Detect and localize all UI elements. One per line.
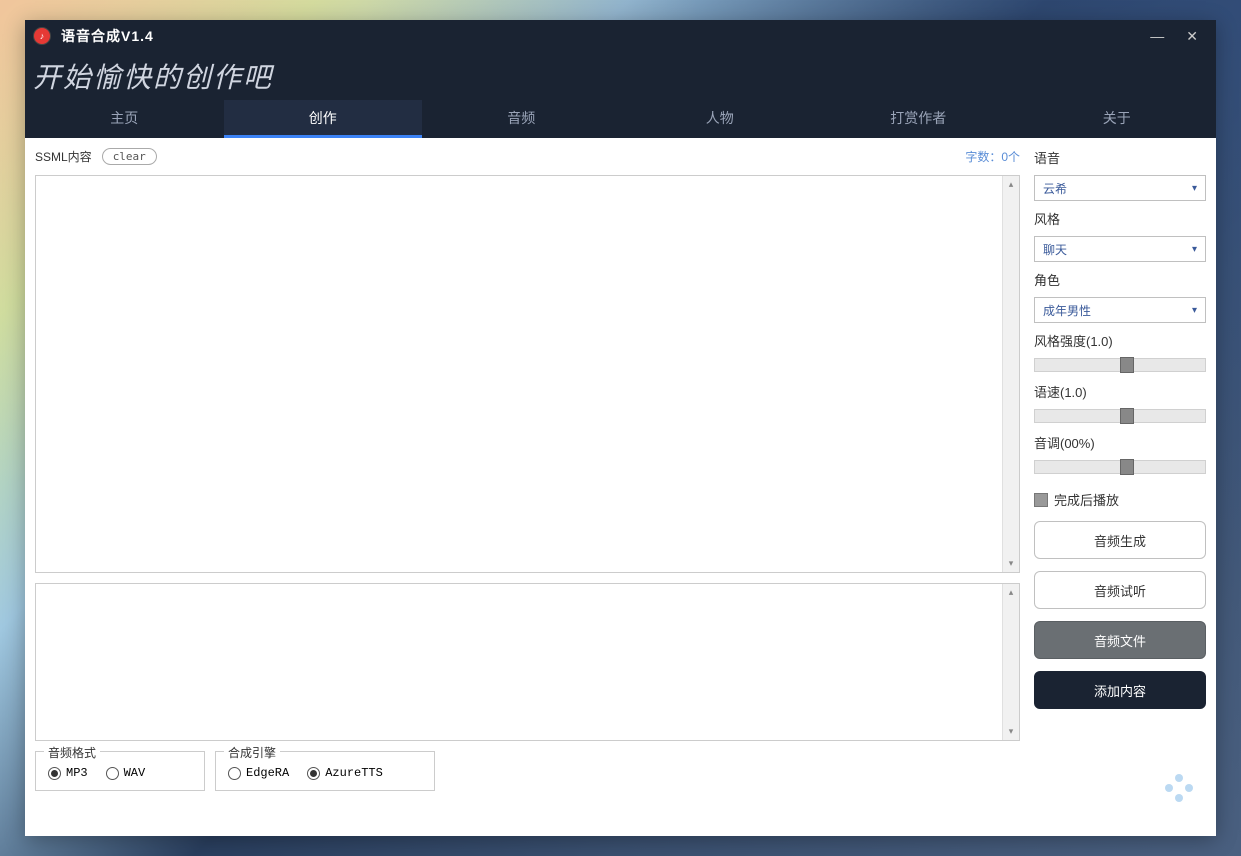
rate-slider[interactable] [1034,409,1206,423]
radio-edgera[interactable]: EdgeRA [228,766,289,780]
close-button[interactable]: ✕ [1186,28,1198,45]
radio-dot-icon [228,767,241,780]
style-intensity-slider[interactable] [1034,358,1206,372]
checkbox-icon[interactable] [1034,493,1048,507]
header-band: 开始愉快的创作吧 [25,52,1216,100]
radio-azuretts[interactable]: AzureTTS [307,766,383,780]
radio-dot-icon [307,767,320,780]
content-area: SSML内容 clear 字数：0个 ▴ ▾ ▴ ▾ 音频格式 [25,138,1216,836]
play-after-checkbox-row[interactable]: 完成后播放 [1034,490,1206,509]
style-select[interactable]: 聊天 ▾ [1034,236,1206,262]
style-intensity-label: 风格强度(1.0) [1034,331,1206,350]
ssml-label: SSML内容 [35,148,92,165]
chevron-down-icon: ▾ [1192,305,1197,316]
tab-donate[interactable]: 打赏作者 [819,100,1018,138]
scroll-down-icon[interactable]: ▾ [1003,555,1019,572]
clear-button[interactable]: clear [102,148,157,165]
app-icon: ♪ [33,27,51,45]
tab-about[interactable]: 关于 [1018,100,1217,138]
tab-create[interactable]: 创作 [224,100,423,138]
window-title: 语音合成V1.4 [61,26,154,46]
window-controls: — ✕ [1150,28,1208,45]
scroll-up-icon[interactable]: ▴ [1003,176,1019,193]
rate-label: 语速(1.0) [1034,382,1206,401]
ssml-textarea[interactable]: ▴ ▾ [35,175,1020,573]
scrollbar[interactable]: ▴ ▾ [1002,176,1019,572]
voice-select[interactable]: 云希 ▾ [1034,175,1206,201]
voice-label: 语音 [1034,148,1206,167]
audio-format-legend: 音频格式 [44,744,100,761]
play-after-label: 完成后播放 [1054,490,1119,509]
radio-wav[interactable]: WAV [106,766,146,780]
preview-audio-button[interactable]: 音频试听 [1034,571,1206,609]
chevron-down-icon: ▾ [1192,244,1197,255]
scroll-down-icon[interactable]: ▾ [1003,723,1019,740]
radio-dot-icon [106,767,119,780]
bottom-option-groups: 音频格式 MP3 WAV 合成引擎 [35,751,1020,791]
engine-group: 合成引擎 EdgeRA AzureTTS [215,751,435,791]
minimize-button[interactable]: — [1150,28,1164,45]
tab-home[interactable]: 主页 [25,100,224,138]
role-select[interactable]: 成年男性 ▾ [1034,297,1206,323]
right-sidebar: 语音 云希 ▾ 风格 聊天 ▾ 角色 成年男性 ▾ 风格强度(1.0) 语速(1… [1034,148,1206,826]
preview-textarea[interactable]: ▴ ▾ [35,583,1020,741]
pitch-label: 音调(00%) [1034,433,1206,452]
generate-audio-button[interactable]: 音频生成 [1034,521,1206,559]
slogan-text: 开始愉快的创作吧 [33,56,273,96]
role-label: 角色 [1034,270,1206,289]
pitch-slider[interactable] [1034,460,1206,474]
engine-legend: 合成引擎 [224,744,280,761]
scroll-up-icon[interactable]: ▴ [1003,584,1019,601]
audio-format-group: 音频格式 MP3 WAV [35,751,205,791]
radio-dot-icon [48,767,61,780]
add-content-button[interactable]: 添加内容 [1034,671,1206,709]
audio-file-button[interactable]: 音频文件 [1034,621,1206,659]
char-count: 字数：0个 [965,148,1020,165]
style-label: 风格 [1034,209,1206,228]
left-column: SSML内容 clear 字数：0个 ▴ ▾ ▴ ▾ 音频格式 [35,148,1020,826]
tab-audio[interactable]: 音频 [422,100,621,138]
chevron-down-icon: ▾ [1192,183,1197,194]
radio-mp3[interactable]: MP3 [48,766,88,780]
scrollbar[interactable]: ▴ ▾ [1002,584,1019,740]
tab-character[interactable]: 人物 [621,100,820,138]
ssml-header: SSML内容 clear 字数：0个 [35,148,1020,165]
titlebar[interactable]: ♪ 语音合成V1.4 — ✕ [25,20,1216,52]
tabbar: 主页 创作 音频 人物 打赏作者 关于 [25,100,1216,138]
app-window: ♪ 语音合成V1.4 — ✕ 开始愉快的创作吧 主页 创作 音频 人物 打赏作者… [25,20,1216,836]
